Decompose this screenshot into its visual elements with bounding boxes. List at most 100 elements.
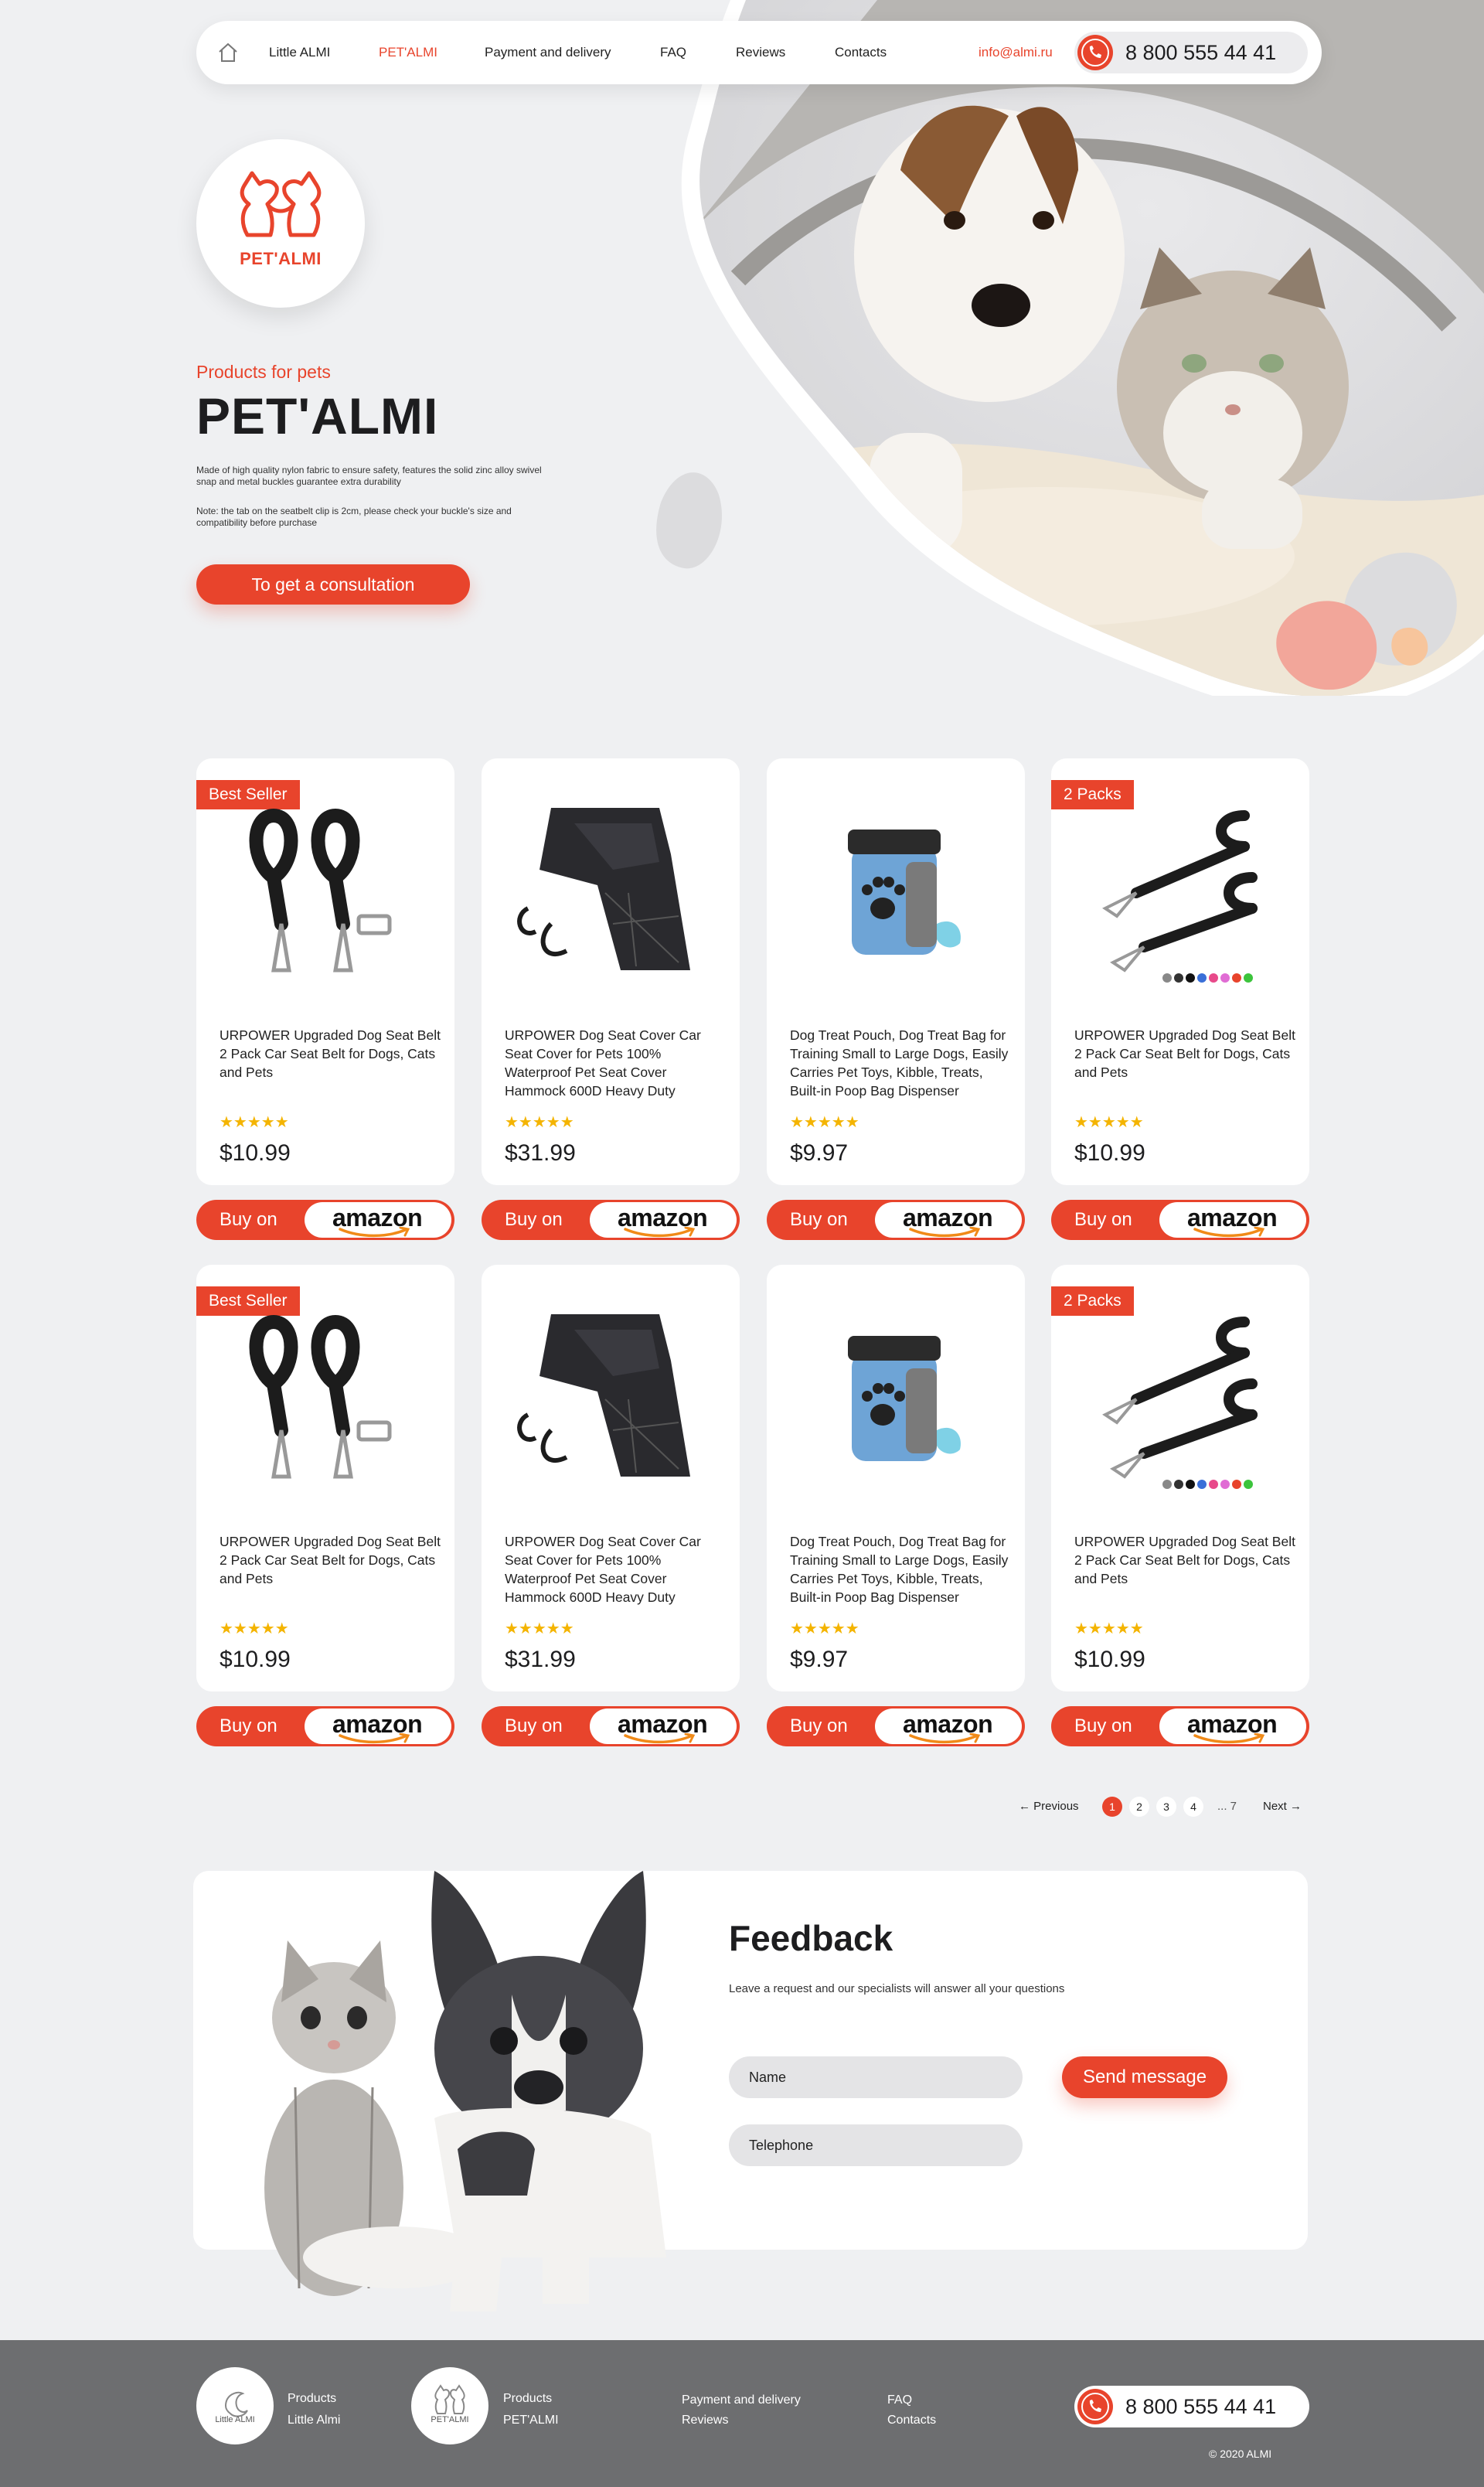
buy-on-amazon-button[interactable]: Buy on amazon (482, 1200, 740, 1240)
product-card[interactable]: Dog Treat Pouch, Dog Treat Bag for Train… (767, 758, 1025, 1185)
product-card[interactable]: 2 Packs URPOWER Upgraded Dog Seat Belt 2 … (1051, 1265, 1309, 1692)
footer-contacts-link[interactable]: Contacts (887, 2414, 936, 2427)
nav-item-faq[interactable]: FAQ (660, 21, 686, 84)
footer-products-label-2[interactable]: Products (503, 2392, 552, 2406)
amazon-smile-icon (909, 1733, 981, 1744)
amazon-logo: amazon (590, 1202, 737, 1238)
product-image-treat-pouch[interactable] (790, 1299, 1002, 1492)
hero-kicker: Products for pets (196, 362, 331, 382)
footer-products-label-1[interactable]: Products (288, 2392, 336, 2406)
footer-faq-link[interactable]: FAQ (887, 2393, 912, 2407)
hero-title: PET'ALMI (196, 387, 439, 445)
petalmi-logo-icon (434, 2384, 465, 2414)
buy-on-amazon-button[interactable]: Buy on amazon (1051, 1706, 1309, 1746)
top-navigation: Little ALMI PET'ALMI Payment and deliver… (196, 21, 1322, 84)
product-card[interactable]: Best Seller URPOWER Upgraded Dog Seat Bel… (196, 1265, 454, 1692)
page-3[interactable]: 3 (1156, 1797, 1176, 1817)
consultation-button[interactable]: To get a consultation (196, 564, 470, 605)
amazon-logo: amazon (875, 1202, 1022, 1238)
amazon-smile-icon (624, 1227, 696, 1238)
product-card[interactable]: URPOWER Dog Seat Cover Car Seat Cover fo… (482, 1265, 740, 1692)
rating-stars-icon: ★★★★★ (1074, 1114, 1144, 1131)
copyright: © 2020 ALMI (1209, 2448, 1272, 2460)
product-image-treat-pouch[interactable] (790, 792, 1002, 986)
product-price: $10.99 (220, 1647, 291, 1672)
footer-petalmi-link[interactable]: PET'ALMI (503, 2414, 559, 2427)
rating-stars-icon: ★★★★★ (220, 1114, 289, 1131)
product-image-seat-cover[interactable] (505, 792, 716, 986)
nav-item-contacts[interactable]: Contacts (835, 21, 887, 84)
amazon-logo: amazon (305, 1709, 451, 1744)
product-title[interactable]: Dog Treat Pouch, Dog Treat Bag for Train… (790, 1026, 1014, 1100)
header-phone[interactable]: 8 800 555 44 41 (1074, 32, 1308, 73)
name-field[interactable] (729, 2056, 1023, 2098)
product-title[interactable]: URPOWER Upgraded Dog Seat Belt 2 Pack Ca… (1074, 1532, 1298, 1588)
product-title[interactable]: Dog Treat Pouch, Dog Treat Bag for Train… (790, 1532, 1014, 1606)
brand-logo: PET'ALMI (196, 139, 365, 308)
product-price: $10.99 (1074, 1140, 1145, 1166)
send-message-button[interactable]: Send message (1062, 2056, 1227, 2098)
rating-stars-icon: ★★★★★ (1074, 1620, 1144, 1637)
nav-item-petalmi[interactable]: PET'ALMI (379, 21, 437, 84)
email-link[interactable]: info@almi.ru (979, 21, 1053, 84)
footer-phone-icon (1077, 2389, 1113, 2424)
amazon-logo: amazon (590, 1709, 737, 1744)
product-image-seat-belt-pair[interactable] (220, 792, 431, 986)
footer-reviews-link[interactable]: Reviews (682, 2414, 728, 2427)
pagination-previous[interactable]: ← Previous (1019, 1795, 1079, 1818)
buy-on-amazon-button[interactable]: Buy on amazon (196, 1706, 454, 1746)
buy-on-amazon-button[interactable]: Buy on amazon (482, 1706, 740, 1746)
product-price: $31.99 (505, 1140, 576, 1166)
buy-on-amazon-button[interactable]: Buy on amazon (767, 1200, 1025, 1240)
rating-stars-icon: ★★★★★ (790, 1114, 859, 1131)
footer-little-almi-link[interactable]: Little Almi (288, 2414, 340, 2427)
product-title[interactable]: URPOWER Upgraded Dog Seat Belt 2 Pack Ca… (1074, 1026, 1298, 1082)
feedback-title: Feedback (729, 1918, 893, 1958)
page-2[interactable]: 2 (1129, 1797, 1149, 1817)
product-title[interactable]: URPOWER Upgraded Dog Seat Belt 2 Pack Ca… (220, 1026, 444, 1082)
logo-text: PET'ALMI (240, 249, 322, 268)
pagination-next[interactable]: Next → (1263, 1795, 1302, 1818)
amazon-smile-icon (1193, 1227, 1265, 1238)
product-card[interactable]: 2 Packs URPOWER Upgraded Dog Seat Belt 2 … (1051, 758, 1309, 1185)
product-card[interactable]: URPOWER Dog Seat Cover Car Seat Cover fo… (482, 758, 740, 1185)
amazon-smile-icon (339, 1227, 410, 1238)
arrow-left-icon: ← (1019, 1800, 1030, 1813)
page-4[interactable]: 4 (1183, 1797, 1203, 1817)
footer-payment-delivery-link[interactable]: Payment and delivery (682, 2393, 801, 2407)
product-card[interactable]: Best Seller URPOWER Upgraded Dog Seat Bel… (196, 758, 454, 1185)
product-image-seat-belt-pair[interactable] (220, 1299, 431, 1492)
buy-on-amazon-button[interactable]: Buy on amazon (196, 1200, 454, 1240)
product-image-bungee-belt[interactable] (1074, 792, 1286, 986)
rating-stars-icon: ★★★★★ (220, 1620, 289, 1637)
product-price: $9.97 (790, 1647, 849, 1672)
product-image-seat-cover[interactable] (505, 1299, 716, 1492)
rating-stars-icon: ★★★★★ (790, 1620, 859, 1637)
buy-label: Buy on (1074, 1209, 1132, 1230)
footer-logo-petalmi[interactable]: PET'ALMI (411, 2367, 488, 2444)
nav-item-little-almi[interactable]: Little ALMI (269, 21, 330, 84)
product-title[interactable]: URPOWER Dog Seat Cover Car Seat Cover fo… (505, 1026, 729, 1100)
feedback-pets-photo (264, 1871, 666, 2312)
hero-pet-photo (656, 0, 1484, 696)
buy-label: Buy on (1074, 1715, 1132, 1736)
nav-item-reviews[interactable]: Reviews (736, 21, 785, 84)
footer-phone[interactable]: 8 800 555 44 41 (1074, 2386, 1309, 2427)
page-last[interactable]: ... 7 (1217, 1795, 1237, 1818)
buy-label: Buy on (220, 1715, 277, 1736)
page-1[interactable]: 1 (1102, 1797, 1122, 1817)
product-title[interactable]: URPOWER Upgraded Dog Seat Belt 2 Pack Ca… (220, 1532, 444, 1588)
nav-item-payment-delivery[interactable]: Payment and delivery (485, 21, 611, 84)
amazon-logo: amazon (305, 1202, 451, 1238)
product-card[interactable]: Dog Treat Pouch, Dog Treat Bag for Train… (767, 1265, 1025, 1692)
hero-description: Made of high quality nylon fabric to ens… (196, 465, 542, 487)
product-image-bungee-belt[interactable] (1074, 1299, 1286, 1492)
rating-stars-icon: ★★★★★ (505, 1620, 574, 1637)
buy-on-amazon-button[interactable]: Buy on amazon (1051, 1200, 1309, 1240)
footer-phone-number: 8 800 555 44 41 (1125, 2395, 1277, 2418)
telephone-field[interactable] (729, 2124, 1023, 2166)
buy-on-amazon-button[interactable]: Buy on amazon (767, 1706, 1025, 1746)
product-title[interactable]: URPOWER Dog Seat Cover Car Seat Cover fo… (505, 1532, 729, 1606)
footer-logo-little-almi[interactable]: Little ALMI (196, 2367, 274, 2444)
home-icon[interactable] (216, 41, 240, 64)
